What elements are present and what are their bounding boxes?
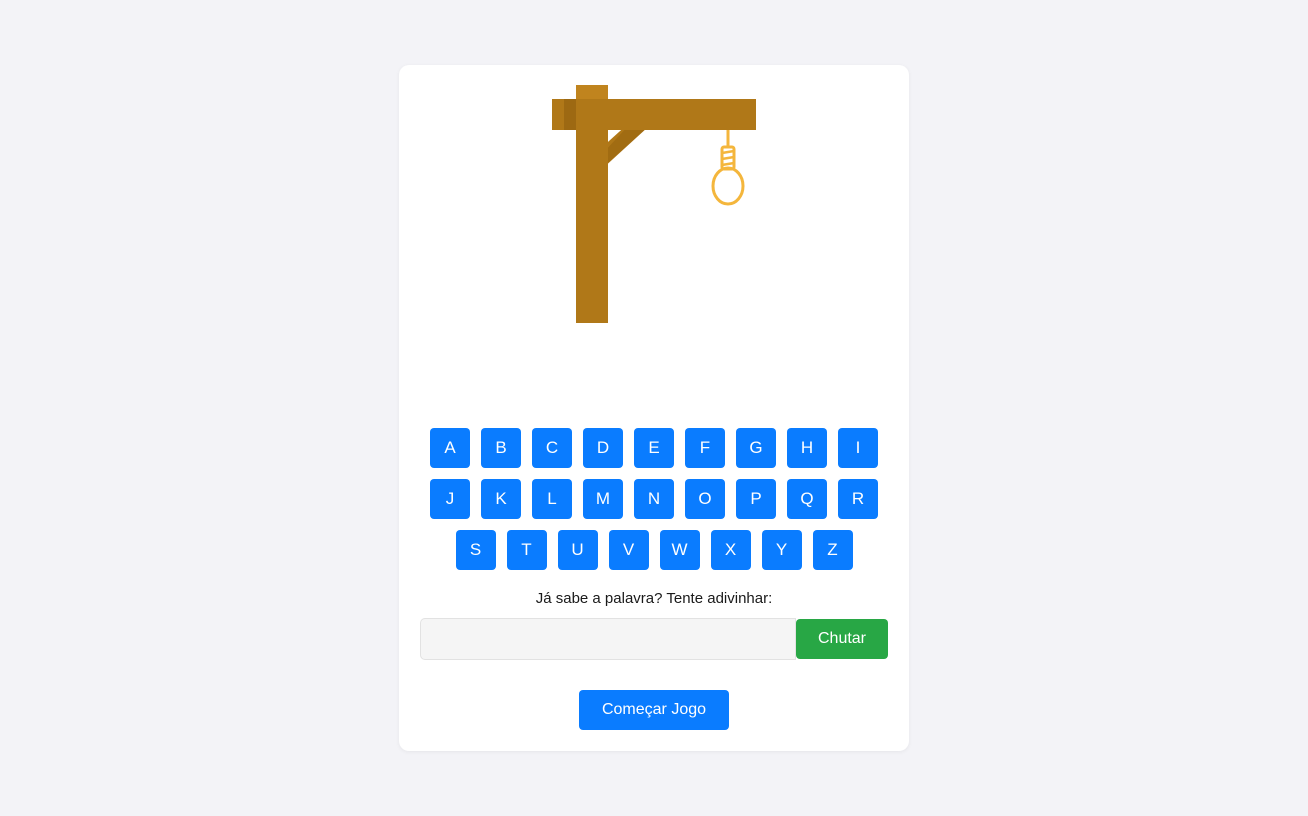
noose-icon [711, 130, 745, 206]
letter-key-b[interactable]: B [481, 428, 521, 468]
guess-button[interactable]: Chutar [796, 619, 888, 659]
letter-key-z[interactable]: Z [812, 530, 853, 570]
letter-key-f[interactable]: F [685, 428, 725, 468]
letter-key-h[interactable]: H [787, 428, 827, 468]
letter-key-x[interactable]: X [710, 530, 751, 570]
guess-input[interactable] [420, 618, 796, 660]
letter-key-t[interactable]: T [506, 530, 547, 570]
letter-key-l[interactable]: L [532, 479, 572, 519]
letter-key-r[interactable]: R [838, 479, 878, 519]
gallows-icon [552, 85, 756, 323]
start-game-button[interactable]: Começar Jogo [579, 690, 729, 730]
letter-key-v[interactable]: V [608, 530, 649, 570]
gallows-beam-shadow [564, 99, 578, 130]
letter-key-w[interactable]: W [659, 530, 700, 570]
letter-key-g[interactable]: G [736, 428, 776, 468]
letter-key-i[interactable]: I [838, 428, 878, 468]
letter-key-o[interactable]: O [685, 479, 725, 519]
guess-prompt: Já sabe a palavra? Tente adivinhar: [535, 590, 773, 607]
gallows-post [576, 85, 608, 323]
gallows-post-highlight [576, 85, 608, 99]
letter-key-q[interactable]: Q [787, 479, 827, 519]
letter-key-n[interactable]: N [634, 479, 674, 519]
letter-key-a[interactable]: A [430, 428, 470, 468]
letter-key-k[interactable]: K [481, 479, 521, 519]
letter-key-c[interactable]: C [532, 428, 572, 468]
letter-key-j[interactable]: J [430, 479, 470, 519]
letter-key-m[interactable]: M [583, 479, 623, 519]
letter-key-u[interactable]: U [557, 530, 598, 570]
letter-key-e[interactable]: E [634, 428, 674, 468]
letter-key-s[interactable]: S [455, 530, 496, 570]
letter-key-p[interactable]: P [736, 479, 776, 519]
letter-key-y[interactable]: Y [761, 530, 802, 570]
letter-key-d[interactable]: D [583, 428, 623, 468]
